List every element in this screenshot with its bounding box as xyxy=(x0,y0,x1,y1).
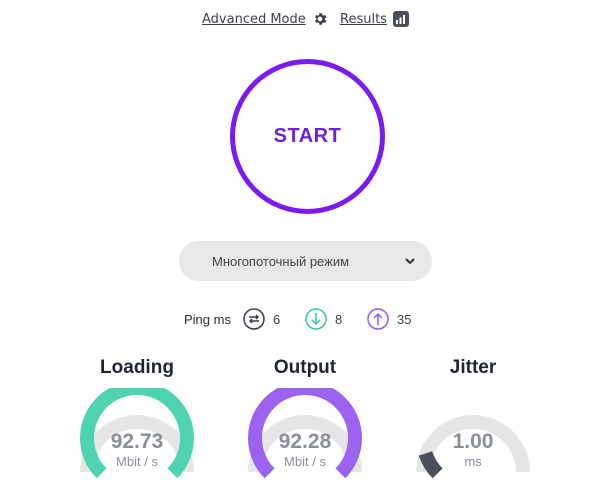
results-link[interactable]: Results xyxy=(340,11,409,27)
advanced-mode-link[interactable]: Advanced Mode xyxy=(202,11,328,27)
chevron-down-icon xyxy=(405,258,415,265)
loading-unit: Mbit / s xyxy=(116,454,158,469)
jitter-unit: ms xyxy=(464,454,482,469)
loading-title: Loading xyxy=(100,357,174,378)
upload-arrow-icon xyxy=(367,308,389,330)
jitter-title: Jitter xyxy=(449,357,497,378)
download-ping-value: 8 xyxy=(335,311,343,327)
ping-item: 6 xyxy=(243,308,280,330)
bar-chart-icon xyxy=(392,11,409,27)
start-button[interactable]: START xyxy=(230,59,385,214)
ping-label: Ping ms xyxy=(184,312,231,327)
loading-value: 92.73 xyxy=(110,430,164,453)
advanced-mode-label: Advanced Mode xyxy=(202,11,306,27)
download-ping-item: 8 xyxy=(305,308,342,330)
output-title: Output xyxy=(273,357,337,378)
ping-value: 6 xyxy=(273,311,281,327)
upload-ping-value: 35 xyxy=(397,311,412,327)
start-label: START xyxy=(273,125,342,147)
jitter-value: 1.00 xyxy=(452,430,494,453)
download-arrow-icon xyxy=(305,308,327,330)
output-unit: Mbit / s xyxy=(284,454,326,469)
results-label: Results xyxy=(340,11,387,27)
upload-ping-item: 35 xyxy=(367,308,411,330)
mode-select[interactable]: Многопоточный режим xyxy=(179,241,432,281)
gear-icon xyxy=(314,13,327,25)
ping-row: Ping ms 6 8 35 xyxy=(0,308,590,334)
output-value: 92.28 xyxy=(278,430,332,453)
mode-select-value: Многопоточный режим xyxy=(212,253,350,269)
swap-arrows-icon xyxy=(243,308,265,330)
top-links: Advanced Mode Results xyxy=(0,11,590,31)
